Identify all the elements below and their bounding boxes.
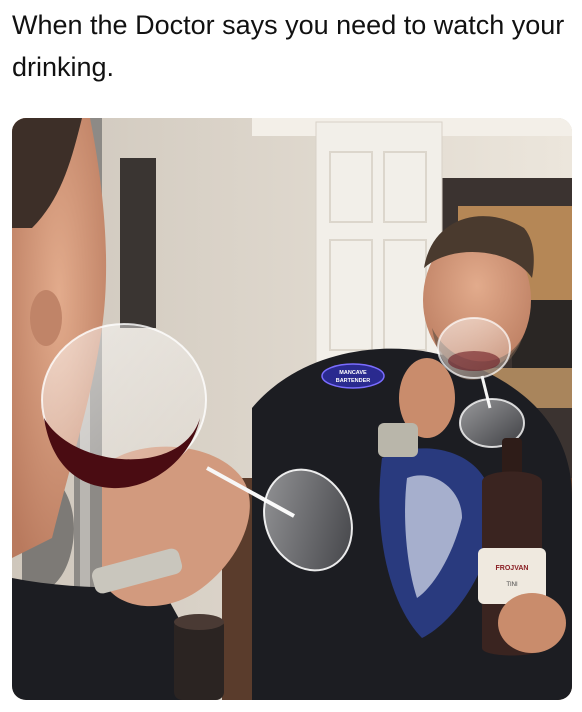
shirt-logo-line-2: BARTENDER [336,378,371,384]
bottle-top [174,618,224,700]
left-man-ear [30,290,62,346]
caption-text: When the Doctor says you need to watch y… [12,10,565,82]
meme-photo: MANCAVE BARTENDER FROJVAN TINI [12,118,572,700]
photo-illustration: MANCAVE BARTENDER FROJVAN TINI [12,118,572,700]
shirt-logo-line-1: MANCAVE [339,370,367,376]
right-man-bottle-hand [498,593,566,653]
wristwatch [378,423,418,457]
wall-art [120,158,156,328]
bottle-label-line-2: TINI [506,582,518,588]
bottle-label-line-1: FROJVAN [496,565,529,572]
shirt-logo: MANCAVE BARTENDER [321,363,385,389]
